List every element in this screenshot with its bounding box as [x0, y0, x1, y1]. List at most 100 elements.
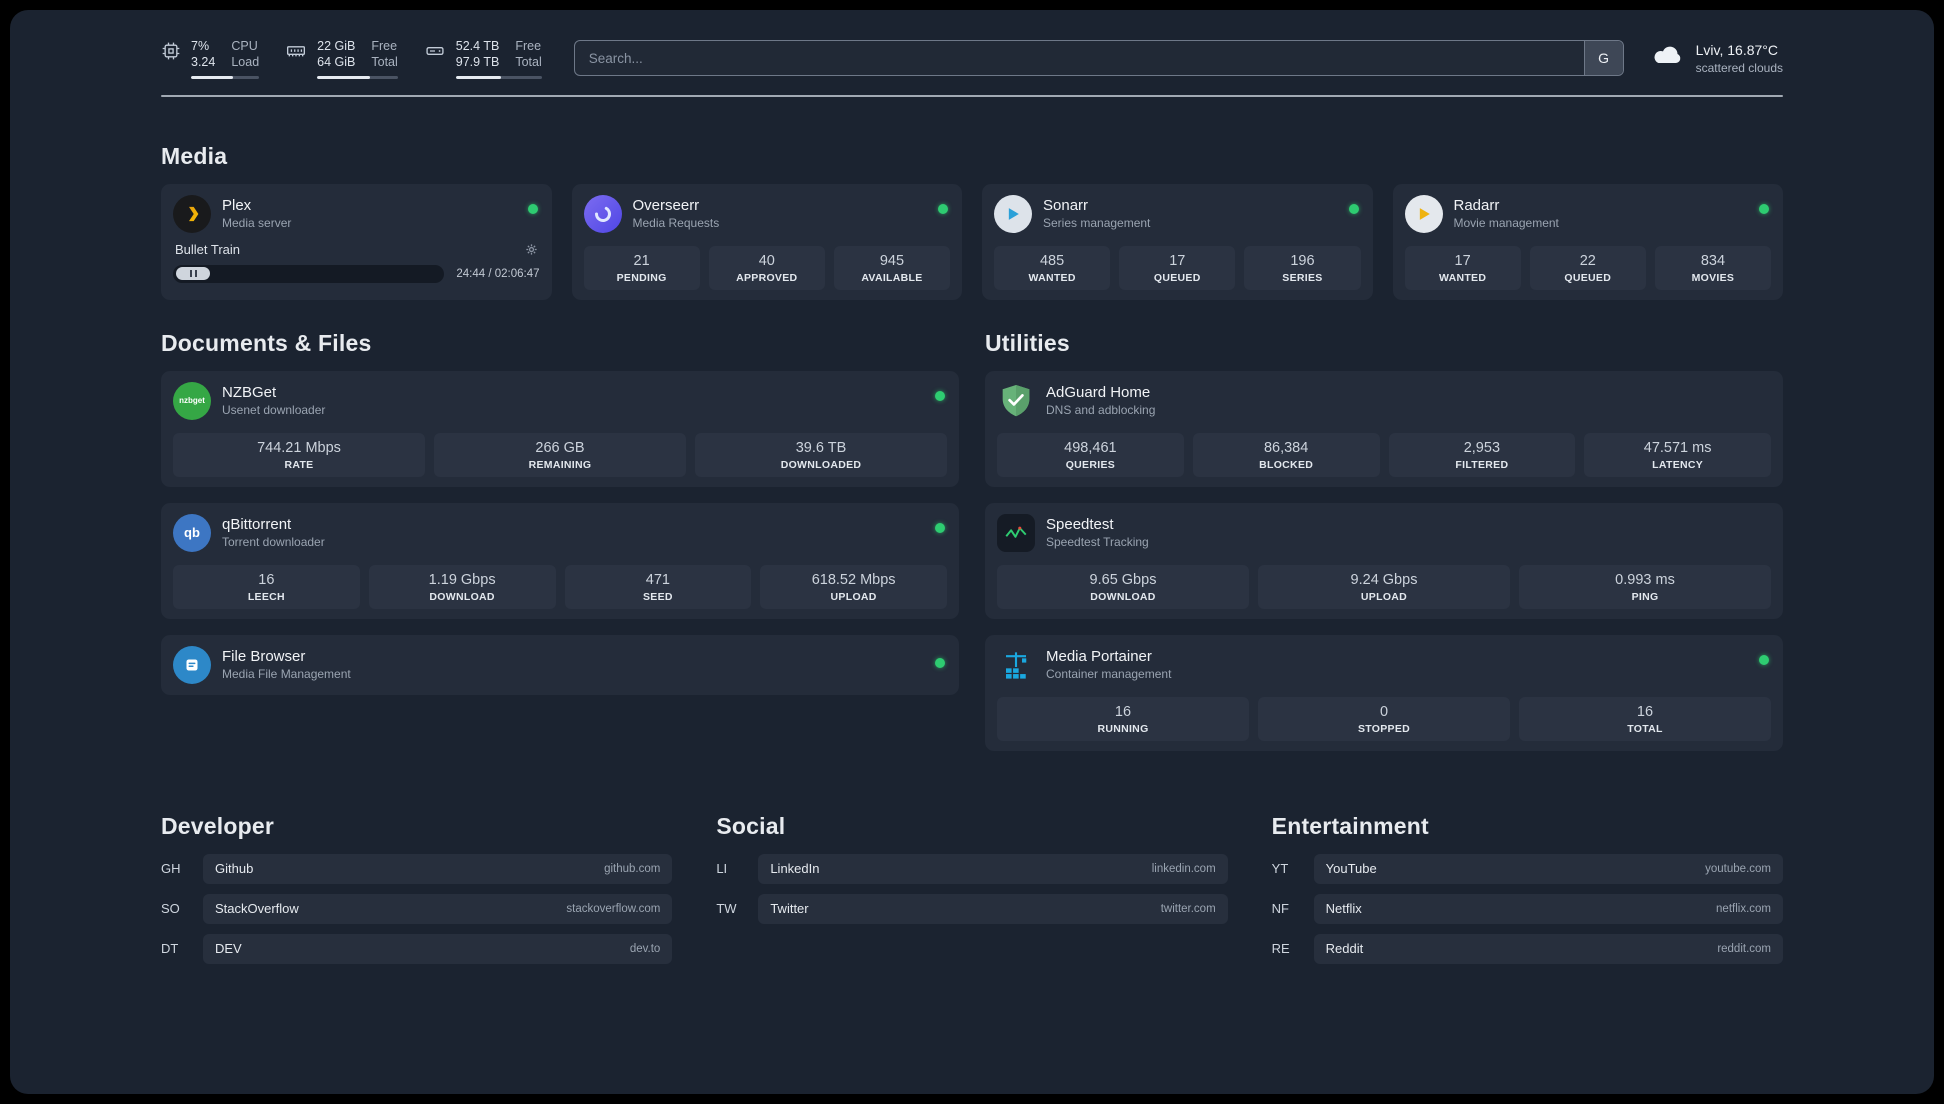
bookmark-link[interactable]: YouTube youtube.com [1313, 853, 1783, 884]
stat-total: 16 TOTAL [1519, 696, 1771, 741]
bookmark-abbr: LI [716, 861, 728, 876]
disk-total-value: 97.9 TB [455, 55, 500, 70]
service-name: NZBGet [222, 384, 277, 401]
bookmark-link[interactable]: Twitter twitter.com [758, 893, 1228, 924]
service-name: Sonarr [1043, 197, 1089, 214]
cpu-usage-value: 7% [191, 39, 210, 53]
topbar-divider [161, 94, 1783, 97]
playback-progress-bar[interactable] [173, 264, 445, 283]
weather-condition: scattered clouds [1695, 60, 1783, 75]
bookmark-group-entertainment: Entertainment YT YouTube youtube.com NF … [1272, 813, 1783, 974]
bookmark-link[interactable]: Github github.com [203, 853, 673, 884]
stat-latency: 47.571 ms LATENCY [1584, 432, 1771, 477]
bookmark-link[interactable]: StackOverflow stackoverflow.com [203, 893, 673, 924]
speedtest-icon [997, 513, 1035, 552]
stat-ping: 0.993 ms PING [1519, 564, 1771, 609]
service-subtitle: Container management [1046, 667, 1172, 681]
bookmark-youtube: YT YouTube youtube.com [1272, 853, 1783, 884]
pause-icon[interactable] [176, 267, 210, 280]
status-dot [935, 390, 945, 401]
topbar: 7% 3.24 CPU Load 22 GiB 64 GiB Free Tota… [161, 38, 1783, 79]
weather-location: Lviv, 16.87°C [1695, 41, 1778, 58]
bookmark-abbr: RE [1271, 941, 1290, 956]
bookmark-stackoverflow: SO StackOverflow stackoverflow.com [161, 893, 673, 924]
status-dot [935, 657, 945, 668]
stat-upload: 618.52 Mbps UPLOAD [760, 564, 947, 609]
stat-rate: 744.21 Mbps RATE [173, 432, 425, 477]
overseerr-icon [583, 194, 622, 233]
qbittorrent-icon: qb [173, 513, 211, 552]
cpu-widget: 7% 3.24 CPU Load [161, 38, 260, 79]
service-card-sonarr[interactable]: Sonarr Series management 485 WANTED 17 QUE… [982, 183, 1373, 300]
bookmark-abbr: DT [161, 941, 179, 956]
service-card-plex[interactable]: Plex Media server Bullet Train 24:44 / 0… [161, 183, 552, 300]
disk-free-label: Free [515, 39, 542, 53]
bookmark-abbr: NF [1271, 901, 1289, 916]
service-card-portainer[interactable]: Media Portainer Container management 16 R… [985, 634, 1783, 751]
cpu-usage-bar [191, 75, 260, 79]
bookmark-link[interactable]: Netflix netflix.com [1313, 893, 1783, 924]
disk-widget: 52.4 TB 97.9 TB Free Total [424, 38, 542, 79]
search-input[interactable] [573, 40, 1624, 77]
nzbget-icon: nzbget [173, 381, 211, 420]
service-subtitle: Torrent downloader [222, 535, 325, 549]
cpu-load-label: Load [231, 55, 260, 70]
stat-blocked: 86,384 BLOCKED [1192, 432, 1380, 477]
stat-running: 16 RUNNING [997, 696, 1249, 741]
search-bar: G [573, 40, 1624, 77]
service-card-adguard[interactable]: AdGuard Home DNS and adblocking 498,461 Q… [985, 370, 1783, 487]
disk-total-label: Total [515, 55, 542, 70]
service-card-overseerr[interactable]: Overseerr Media Requests 21 PENDING 40 APP… [571, 183, 962, 300]
service-name: Speedtest [1046, 516, 1114, 533]
stat-wanted: 485 WANTED [994, 245, 1111, 290]
section-title-documents: Documents & Files [161, 329, 372, 356]
bookmark-dev: DT DEV dev.to [161, 933, 673, 964]
sonarr-icon [994, 194, 1032, 233]
service-subtitle: Series management [1043, 216, 1151, 230]
service-card-filebrowser[interactable]: File Browser Media File Management [161, 634, 959, 695]
bookmark-abbr: SO [161, 901, 180, 916]
plex-icon [173, 194, 211, 233]
bookmark-link[interactable]: Reddit reddit.com [1313, 933, 1783, 964]
stat-filtered: 2,953 FILTERED [1388, 432, 1576, 477]
stat-queued: 17 QUEUED [1119, 245, 1236, 290]
service-name: Plex [222, 197, 252, 214]
dashboard-window: 7% 3.24 CPU Load 22 GiB 64 GiB Free Tota… [0, 0, 1944, 1104]
service-name: AdGuard Home [1046, 384, 1151, 401]
bookmark-abbr: GH [161, 861, 181, 876]
adguard-icon [997, 382, 1035, 420]
status-dot [1759, 654, 1769, 665]
status-dot [938, 203, 948, 214]
section-title-media: Media [161, 142, 228, 169]
status-dot [1348, 203, 1359, 214]
stat-approved: 40 APPROVED [708, 245, 825, 290]
disk-free-value: 52.4 TB [455, 39, 500, 53]
stat-series: 196 SERIES [1244, 245, 1361, 290]
bookmark-link[interactable]: DEV dev.to [203, 933, 673, 964]
status-dot [1759, 203, 1769, 214]
memory-free-label: Free [371, 39, 398, 53]
now-playing-title: Bullet Train [175, 241, 241, 257]
cpu-label: CPU [231, 39, 258, 53]
bookmark-github: GH Github github.com [161, 853, 673, 884]
section-title-entertainment: Entertainment [1271, 812, 1429, 839]
bookmark-group-developer: Developer GH Github github.com SO StackO… [161, 813, 673, 974]
service-card-nzbget[interactable]: nzbget NZBGet Usenet downloader 744.21 M… [161, 370, 959, 487]
stat-download: 9.65 Gbps DOWNLOAD [997, 564, 1249, 609]
bookmark-link[interactable]: LinkedIn linkedin.com [758, 853, 1228, 884]
stat-wanted: 17 WANTED [1404, 245, 1521, 290]
memory-usage-bar [317, 75, 398, 79]
service-subtitle: DNS and adblocking [1046, 403, 1156, 417]
search-provider-button[interactable]: G [1583, 41, 1623, 76]
service-subtitle: Media Requests [632, 216, 720, 230]
radarr-icon [1404, 194, 1443, 233]
service-card-speedtest[interactable]: Speedtest Speedtest Tracking 9.65 Gbps DO… [985, 502, 1783, 619]
service-card-radarr[interactable]: Radarr Movie management 17 WANTED 22 QUEUE… [1392, 183, 1783, 300]
stat-available: 945 AVAILABLE [833, 245, 951, 290]
stat-download: 1.19 Gbps DOWNLOAD [368, 564, 556, 609]
gear-icon[interactable] [525, 243, 538, 256]
service-subtitle: Speedtest Tracking [1046, 535, 1149, 549]
service-card-qbittorrent[interactable]: qb qBittorrent Torrent downloader 16 LEEC… [161, 502, 959, 619]
column-utilities: Utilities AdGuard Home DNS and adblockin… [985, 330, 1783, 751]
cpu-icon [161, 41, 181, 66]
